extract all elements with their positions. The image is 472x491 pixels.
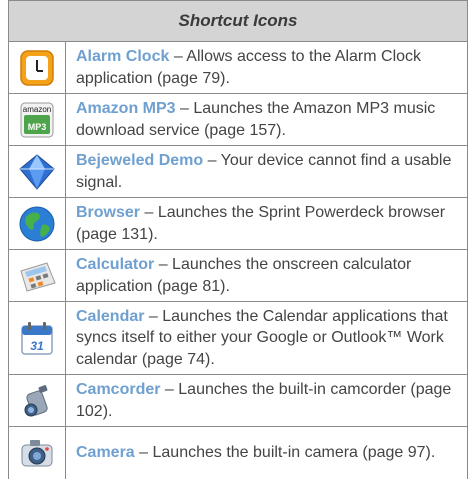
- row-text: Bejeweled Demo – Your device cannot find…: [65, 145, 468, 198]
- shortcut-icons-table: Shortcut Icons Alarm Clock – Allows acce…: [8, 0, 468, 479]
- shortcut-name: Bejeweled Demo: [76, 152, 204, 169]
- browser-globe-icon: [19, 206, 55, 241]
- row-text: Amazon MP3 – Launches the Amazon MP3 mus…: [65, 93, 468, 146]
- svg-text:amazon: amazon: [23, 105, 51, 114]
- table-row: Alarm Clock – Allows access to the Alarm…: [8, 41, 468, 94]
- row-text: Calendar – Launches the Calendar applica…: [65, 301, 468, 375]
- row-text: Calculator – Launches the onscreen calcu…: [65, 249, 468, 302]
- amazon-mp3-icon: amazon MP3: [20, 102, 54, 137]
- shortcut-name: Browser: [76, 204, 141, 221]
- table-title: Shortcut Icons: [8, 0, 468, 42]
- calendar-icon: 31: [21, 322, 53, 355]
- table-row: Camera – Launches the built-in camera (p…: [8, 426, 468, 479]
- shortcut-name: Calendar: [76, 307, 145, 325]
- shortcut-name: Camcorder: [76, 381, 161, 398]
- table-row: 31 Calendar – Launches the Calendar appl…: [8, 301, 468, 375]
- table-row: amazon MP3 Amazon MP3 – Launches the Ama…: [8, 93, 468, 146]
- shortcut-name: Calculator: [76, 256, 155, 273]
- table-row: Browser – Launches the Sprint Powerdeck …: [8, 197, 468, 250]
- table-row: Calculator – Launches the onscreen calcu…: [8, 249, 468, 302]
- svg-text:31: 31: [30, 339, 44, 353]
- shortcut-name: Camera: [76, 444, 135, 461]
- bejeweled-diamond-icon: [19, 153, 55, 190]
- shortcut-name: Amazon MP3: [76, 100, 176, 117]
- row-text: Browser – Launches the Sprint Powerdeck …: [65, 197, 468, 250]
- camera-icon: [21, 439, 53, 467]
- svg-text:MP3: MP3: [28, 122, 47, 132]
- row-text: Camcorder – Launches the built-in camcor…: [65, 374, 468, 427]
- row-text: Alarm Clock – Allows access to the Alarm…: [65, 41, 468, 94]
- calculator-icon: [20, 261, 56, 292]
- row-text: Camera – Launches the built-in camera (p…: [65, 426, 468, 479]
- shortcut-description: – Launches the built-in camera (page 97)…: [134, 444, 436, 461]
- table-row: Camcorder – Launches the built-in camcor…: [8, 374, 468, 427]
- camcorder-icon: [24, 384, 48, 416]
- shortcut-name: Alarm Clock: [76, 48, 170, 65]
- table-row: Bejeweled Demo – Your device cannot find…: [8, 145, 468, 198]
- alarm-clock-icon: [20, 49, 54, 86]
